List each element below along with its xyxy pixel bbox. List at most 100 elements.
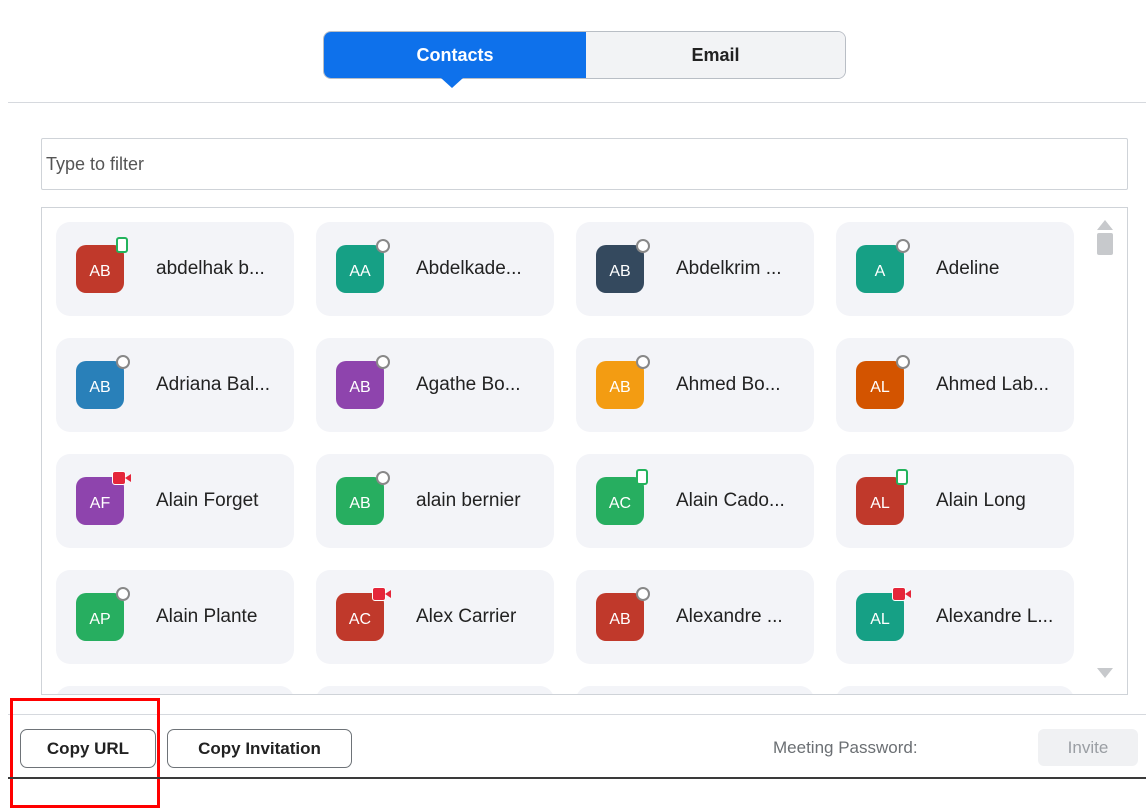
contact-name: abdelhak b...	[156, 258, 265, 279]
contact-name: alain bernier	[416, 490, 521, 511]
active-tab-pointer	[441, 78, 463, 88]
window-bottom-edge	[8, 777, 1146, 779]
avatar: AB	[76, 355, 130, 409]
copy-url-button[interactable]: Copy URL	[20, 729, 156, 768]
contact-card[interactable]: AF Alain Forget	[56, 454, 294, 548]
contact-card[interactable]	[56, 686, 294, 694]
avatar-initials: AB	[89, 379, 111, 396]
contact-card[interactable]: AL Alexandre L...	[836, 570, 1074, 664]
tab-contacts[interactable]: Contacts	[324, 32, 586, 78]
online-status-icon	[896, 469, 908, 485]
avatar-initials: AB	[609, 379, 631, 396]
contact-name: Adriana Bal...	[156, 374, 271, 395]
avatar-initials: AL	[870, 379, 890, 396]
contact-card[interactable]: AB Abdelkrim ...	[576, 222, 814, 316]
contact-card[interactable]: AB Alexandre ...	[576, 570, 814, 664]
online-status-icon	[636, 469, 648, 485]
contact-card[interactable]: AB abdelhak b...	[56, 222, 294, 316]
contact-name: Alain Forget	[156, 490, 259, 511]
avatar: AB	[336, 355, 390, 409]
offline-status-icon	[636, 587, 650, 601]
scroll-up-arrow-icon[interactable]	[1097, 220, 1113, 230]
avatar: AF	[76, 471, 131, 525]
divider	[8, 102, 1146, 103]
avatar: AB	[336, 471, 390, 525]
avatar: AB	[596, 239, 650, 293]
contact-name: Alain Plante	[156, 606, 258, 627]
meeting-password-label: Meeting Password:	[773, 738, 918, 757]
video-camera-icon	[112, 471, 132, 485]
avatar-initials: AP	[89, 611, 111, 628]
avatar: AB	[596, 355, 650, 409]
copy-invitation-button[interactable]: Copy Invitation	[167, 729, 352, 768]
contact-name: Ahmed Lab...	[936, 374, 1050, 395]
contacts-list: AB abdelhak b... AA Abdelkade... AB Abdelkrim…	[41, 207, 1128, 695]
avatar: AB	[76, 237, 128, 293]
scroll-down-arrow-icon[interactable]	[1097, 668, 1113, 678]
contact-name: Alexandre L...	[936, 606, 1054, 627]
contact-name: Agathe Bo...	[416, 374, 521, 395]
avatar-initials: AA	[349, 263, 371, 280]
avatar: AP	[76, 587, 130, 641]
avatar-initials: AF	[89, 495, 111, 512]
contact-card[interactable]	[576, 686, 814, 694]
contact-card[interactable]	[836, 686, 1074, 694]
avatar-initials: A	[874, 263, 886, 280]
contact-card[interactable]: A Adeline	[836, 222, 1074, 316]
contacts-grid: AB abdelhak b... AA Abdelkade... AB Abdelkrim…	[56, 222, 1096, 694]
tab-email[interactable]: Email	[586, 32, 845, 78]
contact-card[interactable]: AP Alain Plante	[56, 570, 294, 664]
video-camera-icon	[372, 587, 392, 601]
contact-card[interactable]: AC Alain Cado...	[576, 454, 814, 548]
contact-name: Adeline	[936, 258, 1000, 279]
contact-name: Alexandre ...	[676, 606, 783, 627]
contact-card[interactable]: AC Alex Carrier	[316, 570, 554, 664]
avatar-initials: AL	[870, 495, 890, 512]
filter-input[interactable]	[41, 138, 1128, 190]
avatar: AC	[336, 587, 391, 641]
avatar: AL	[856, 355, 910, 409]
avatar: AL	[856, 469, 908, 525]
avatar-initials: AB	[349, 379, 371, 396]
contact-card[interactable]: AL Alain Long	[836, 454, 1074, 548]
avatar: AL	[856, 587, 911, 641]
avatar-initials: AB	[349, 495, 371, 512]
offline-status-icon	[636, 239, 650, 253]
contact-name: Alex Carrier	[416, 606, 517, 627]
avatar: AA	[336, 239, 390, 293]
contact-name: Alain Cado...	[676, 490, 785, 511]
offline-status-icon	[896, 239, 910, 253]
avatar: AB	[596, 587, 650, 641]
scroll-thumb[interactable]	[1097, 233, 1113, 255]
video-camera-icon	[892, 587, 912, 601]
divider	[8, 714, 1146, 715]
contact-card[interactable]: AB alain bernier	[316, 454, 554, 548]
offline-status-icon	[896, 355, 910, 369]
avatar: A	[856, 239, 910, 293]
contact-name: Abdelkrim ...	[676, 258, 782, 279]
avatar: AC	[596, 469, 648, 525]
avatar-initials: AC	[608, 495, 632, 512]
invite-button[interactable]: Invite	[1038, 729, 1138, 766]
avatar-initials: AB	[609, 611, 631, 628]
contact-name: Abdelkade...	[416, 258, 522, 279]
scrollbar[interactable]	[1094, 220, 1116, 686]
offline-status-icon	[116, 355, 130, 369]
avatar-initials: AB	[609, 263, 631, 280]
avatar-initials: AL	[870, 611, 890, 628]
contact-card[interactable]: AB Adriana Bal...	[56, 338, 294, 432]
offline-status-icon	[116, 587, 130, 601]
contact-card[interactable]: AA Abdelkade...	[316, 222, 554, 316]
offline-status-icon	[376, 471, 390, 485]
contact-name: Ahmed Bo...	[676, 374, 781, 395]
avatar-initials: AC	[348, 611, 372, 628]
offline-status-icon	[376, 239, 390, 253]
contact-card[interactable]: AB Ahmed Bo...	[576, 338, 814, 432]
online-status-icon	[116, 237, 128, 253]
contact-card[interactable]: AL Ahmed Lab...	[836, 338, 1074, 432]
offline-status-icon	[636, 355, 650, 369]
contact-card[interactable]: AB Agathe Bo...	[316, 338, 554, 432]
contacts-email-tabs: Contacts Email	[323, 31, 846, 79]
offline-status-icon	[376, 355, 390, 369]
contact-card[interactable]	[316, 686, 554, 694]
